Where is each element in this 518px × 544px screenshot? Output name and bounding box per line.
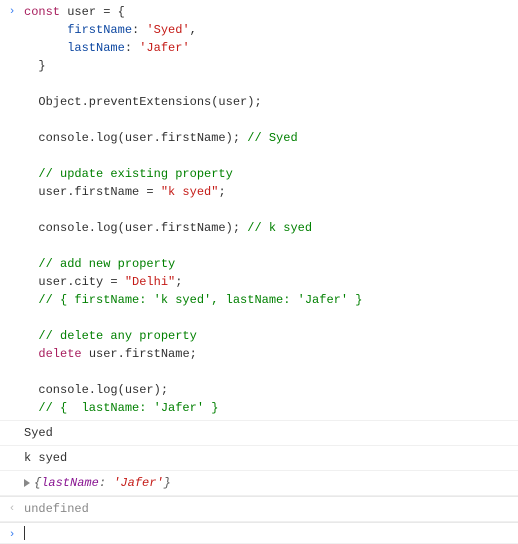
console-log-output-1: Syed bbox=[0, 421, 518, 446]
output-text: Syed bbox=[24, 424, 53, 442]
chevron-right-icon: › bbox=[7, 4, 17, 21]
keyword-const: const bbox=[24, 5, 60, 19]
console-prompt[interactable]: › bbox=[0, 522, 518, 544]
chevron-left-icon: ‹ bbox=[7, 501, 17, 518]
disclosure-triangle-icon[interactable] bbox=[24, 479, 30, 487]
code-block: const user = { firstName: 'Syed', lastNa… bbox=[24, 3, 362, 417]
text-cursor bbox=[24, 526, 25, 540]
console-log-output-object[interactable]: {lastName: 'Jafer'} bbox=[0, 471, 518, 496]
output-text: k syed bbox=[24, 449, 67, 467]
chevron-right-icon: › bbox=[7, 527, 17, 544]
console-input-block[interactable]: › const user = { firstName: 'Syed', last… bbox=[0, 0, 518, 421]
console-return-value: ‹ undefined bbox=[0, 496, 518, 522]
undefined-value: undefined bbox=[24, 500, 89, 518]
console-log-output-2: k syed bbox=[0, 446, 518, 471]
object-summary[interactable]: {lastName: 'Jafer'} bbox=[24, 474, 171, 492]
